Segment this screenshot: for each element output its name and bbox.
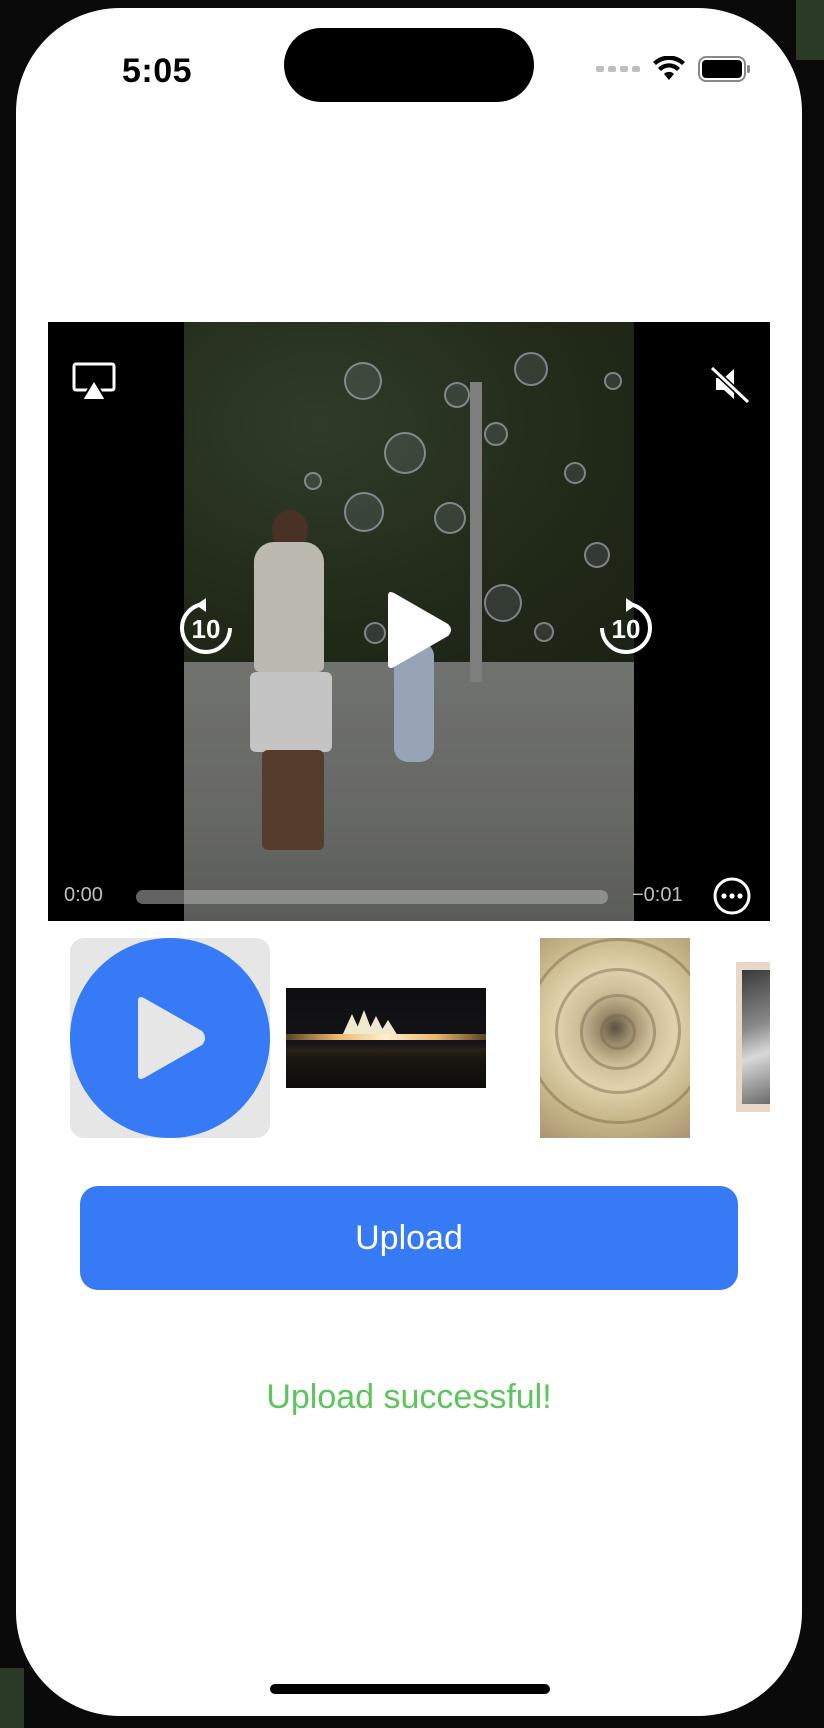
device-frame: 5:05 10 10 0:00 −0:01 Upload Upload succ… <box>0 0 824 1728</box>
skip-back-10-icon[interactable]: 10 <box>174 596 238 660</box>
time-elapsed: 0:00 <box>64 884 103 906</box>
thumbnail-opera-house[interactable] <box>286 988 486 1088</box>
app-screen: 5:05 10 10 0:00 −0:01 Upload Upload succ… <box>16 8 802 1716</box>
play-icon[interactable] <box>378 590 454 670</box>
thumbnail-spiral-staircase[interactable] <box>540 938 690 1138</box>
skip-forward-10-icon[interactable]: 10 <box>594 596 658 660</box>
upload-button[interactable]: Upload <box>80 1186 738 1290</box>
upload-status-message: Upload successful! <box>266 1378 552 1416</box>
media-thumbnails-row[interactable] <box>70 938 770 1138</box>
more-options-icon[interactable] <box>712 876 752 916</box>
airplay-icon[interactable] <box>72 362 116 402</box>
skip-back-label: 10 <box>192 614 221 644</box>
battery-icon <box>698 56 750 82</box>
video-player[interactable]: 10 10 0:00 −0:01 <box>48 322 770 921</box>
home-indicator[interactable] <box>270 1684 550 1694</box>
wallpaper-edge <box>796 0 824 60</box>
wifi-icon <box>653 56 685 80</box>
skip-forward-label: 10 <box>612 614 641 644</box>
progress-scrubber[interactable] <box>136 890 608 904</box>
status-indicators <box>596 52 752 86</box>
thumbnail-portrait-photo[interactable] <box>736 962 770 1112</box>
mute-icon[interactable] <box>708 364 752 404</box>
thumbnail-video[interactable] <box>70 938 270 1138</box>
time-remaining: −0:01 <box>632 884 683 906</box>
play-circle-icon <box>70 938 270 1138</box>
status-time: 5:05 <box>122 52 193 90</box>
dynamic-island <box>284 28 534 102</box>
wallpaper-edge <box>0 1668 24 1728</box>
cellular-signal-icon <box>596 66 640 72</box>
